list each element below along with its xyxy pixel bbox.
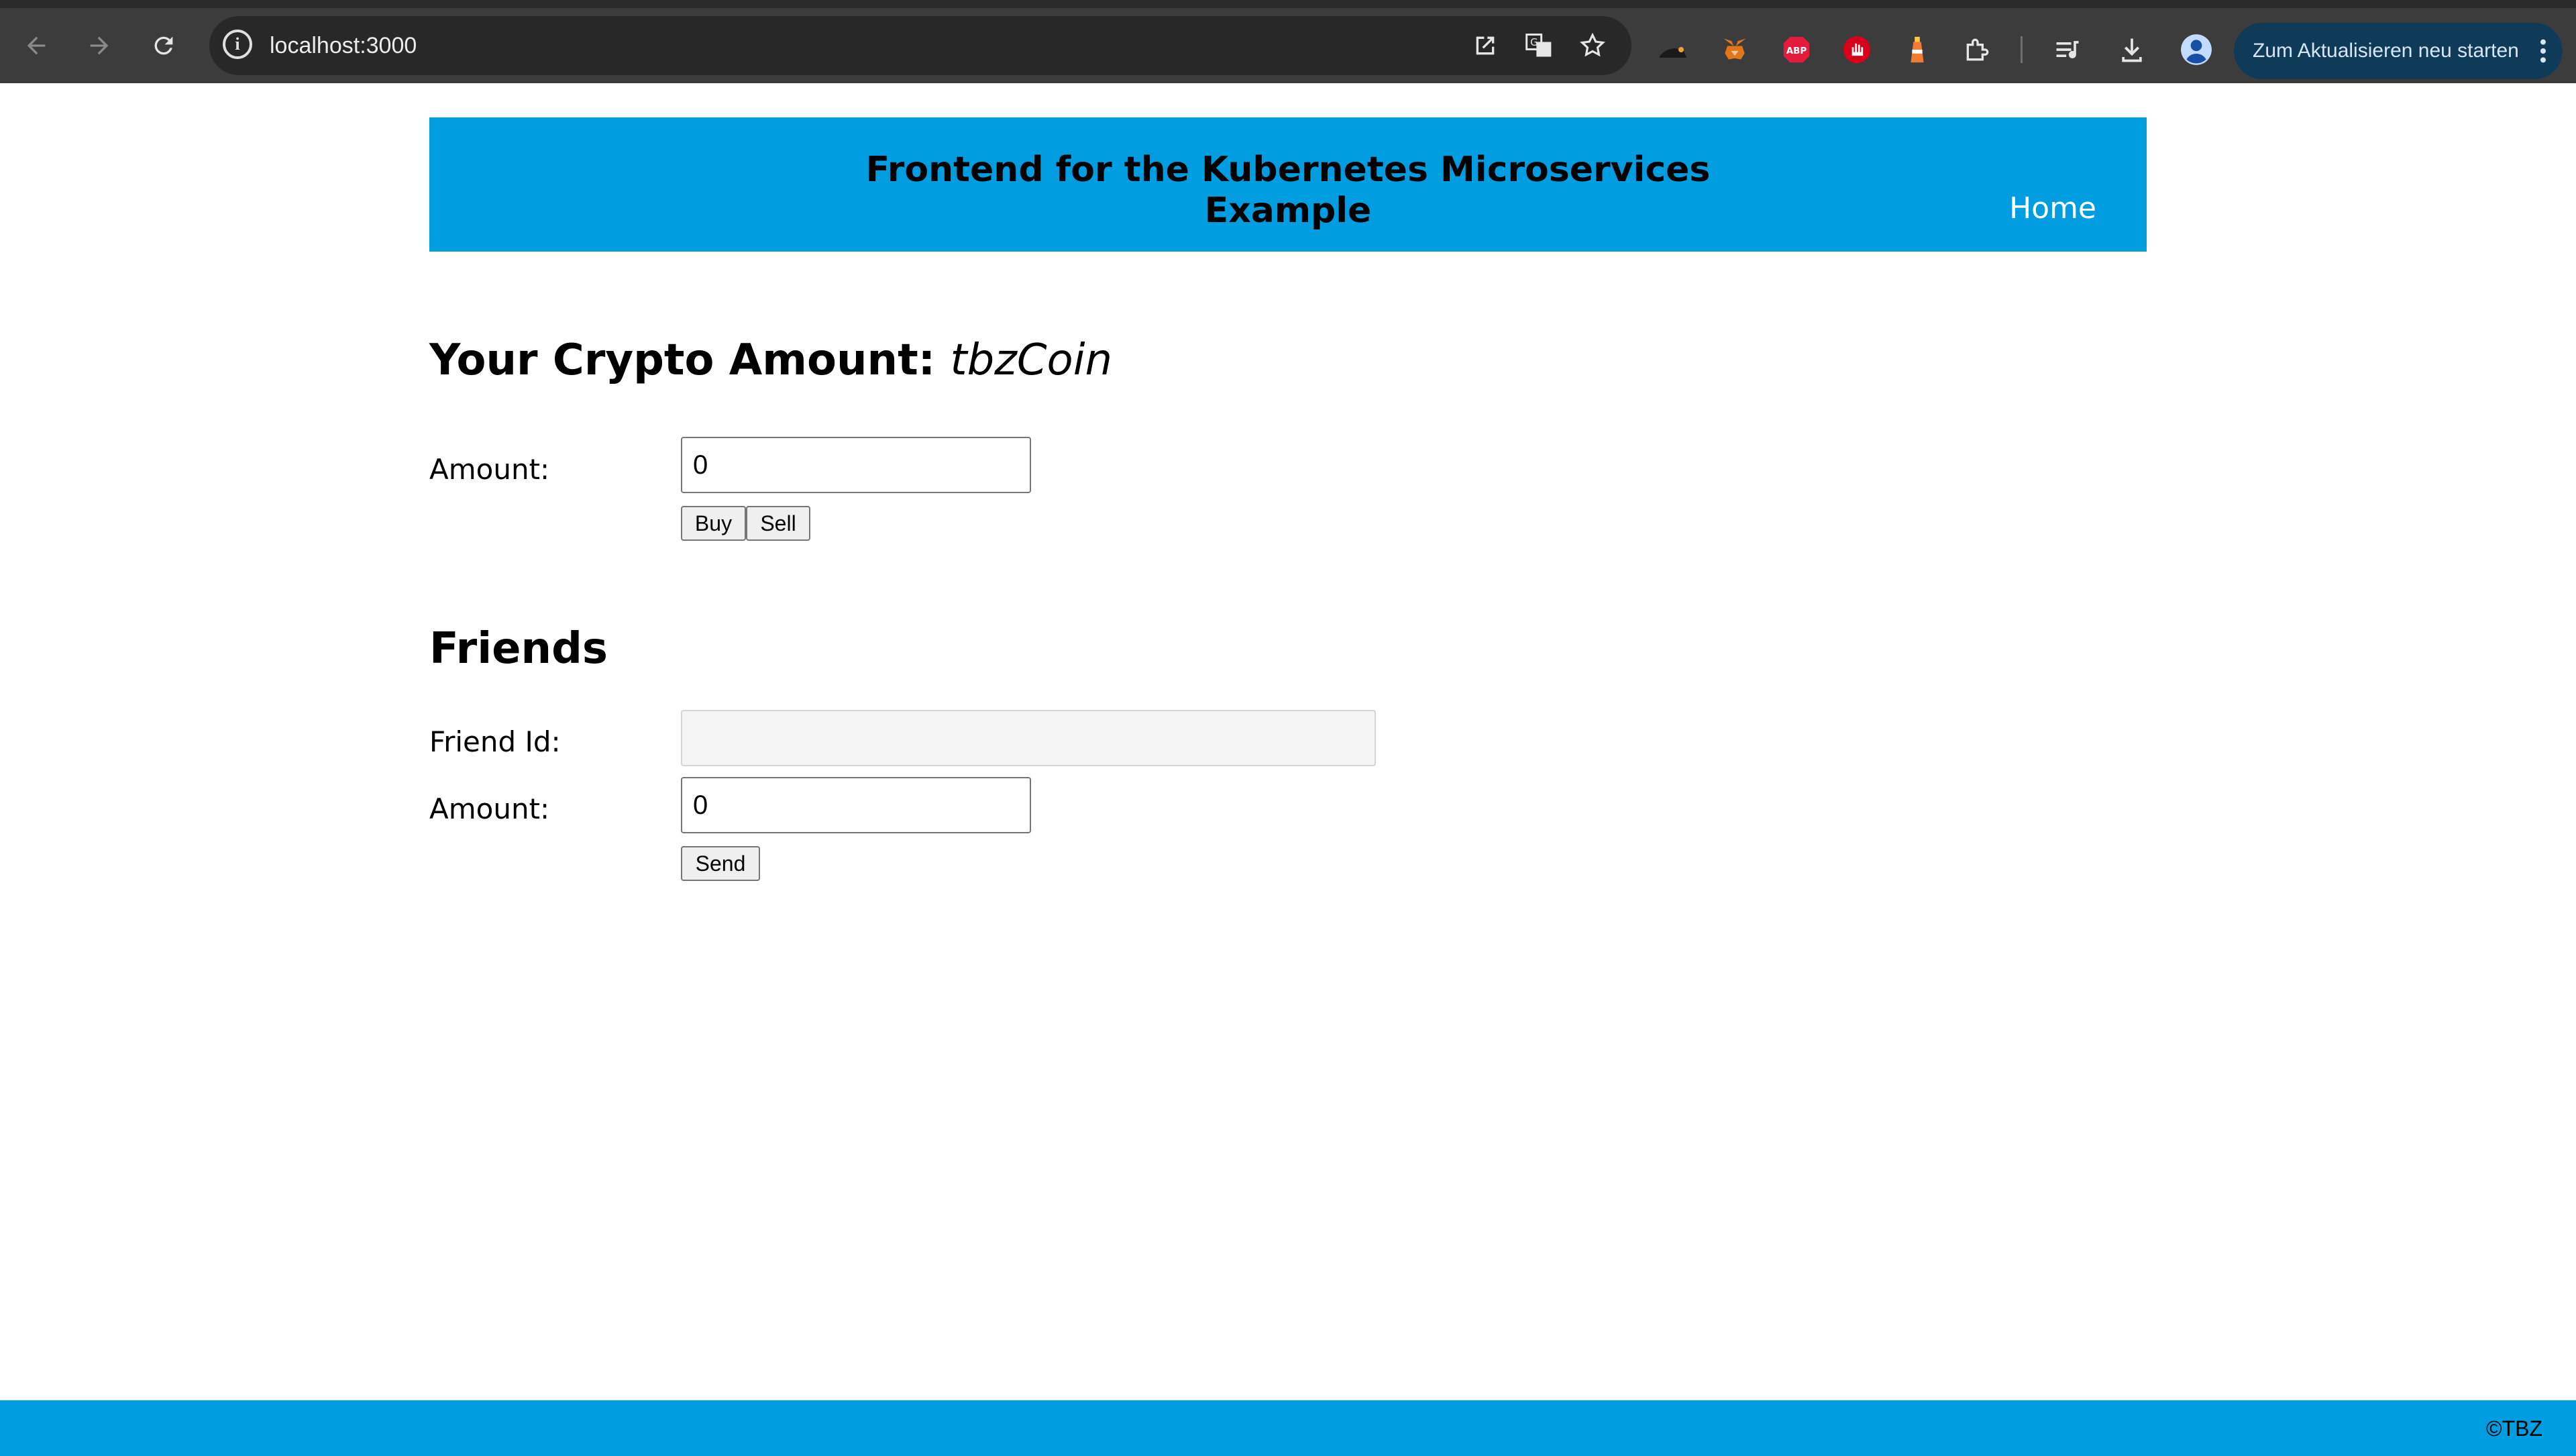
svg-text:G: G	[1530, 37, 1538, 48]
friends-heading: Friends	[429, 624, 608, 674]
friend-amount-label: Amount:	[429, 792, 550, 825]
crypto-amount-input[interactable]	[681, 437, 1031, 493]
download-icon[interactable]	[2113, 31, 2151, 68]
bookmark-star-icon[interactable]	[1575, 28, 1610, 63]
forward-icon[interactable]	[79, 25, 119, 66]
site-info-icon[interactable]: i	[223, 30, 252, 59]
site-title-line2: Example	[1204, 191, 1372, 231]
svg-text:ABP: ABP	[1786, 46, 1807, 56]
browser-toolbar: i localhost:3000 G ABP Zum Aktualisieren…	[0, 0, 2576, 83]
back-icon[interactable]	[16, 25, 56, 66]
friend-id-input[interactable]	[681, 710, 1376, 766]
translate-icon[interactable]: G	[1521, 28, 1556, 63]
site-title: Frontend for the Kubernetes Microservice…	[429, 150, 2147, 231]
more-menu-icon[interactable]	[2540, 38, 2546, 64]
copyright-text: ©TBZ	[2485, 1416, 2542, 1441]
coin-name: tbzCoin	[950, 335, 1113, 385]
site-footer: ©TBZ	[0, 1400, 2576, 1456]
toolbar-separator	[2021, 36, 2023, 63]
reload-icon[interactable]	[144, 25, 184, 66]
open-external-icon[interactable]	[1468, 28, 1503, 63]
restart-to-update-label: Zum Aktualisieren neu starten	[2253, 40, 2519, 62]
crypto-heading: Your Crypto Amount: tbzCoin	[429, 335, 1112, 385]
metamask-fox-icon[interactable]	[1716, 31, 1754, 68]
sell-button[interactable]: Sell	[746, 506, 810, 541]
profile-avatar-icon[interactable]	[2178, 31, 2215, 68]
adblock-plus-icon[interactable]: ABP	[1778, 31, 1815, 68]
url-text[interactable]: localhost:3000	[270, 16, 417, 75]
friend-amount-input[interactable]	[681, 777, 1031, 833]
restart-to-update-button[interactable]: Zum Aktualisieren neu starten	[2234, 23, 2563, 79]
site-header: Frontend for the Kubernetes Microservice…	[429, 117, 2147, 252]
address-bar[interactable]: i localhost:3000 G	[209, 16, 1631, 75]
buy-button[interactable]: Buy	[681, 506, 746, 541]
extension-lighthouse-icon[interactable]	[1898, 31, 1936, 68]
ublock-hand-icon[interactable]	[1838, 31, 1876, 68]
crypto-amount-label: Amount:	[429, 453, 550, 486]
site-title-line1: Frontend for the Kubernetes Microservice…	[865, 150, 1711, 190]
crypto-heading-text: Your Crypto Amount:	[429, 335, 936, 385]
extensions-puzzle-icon[interactable]	[1959, 31, 1996, 68]
media-queue-icon[interactable]	[2049, 31, 2086, 68]
send-button[interactable]: Send	[681, 846, 760, 881]
friend-id-label: Friend Id:	[429, 725, 561, 758]
nav-home-link[interactable]: Home	[2009, 191, 2096, 225]
extension-bat-icon[interactable]	[1654, 31, 1692, 68]
